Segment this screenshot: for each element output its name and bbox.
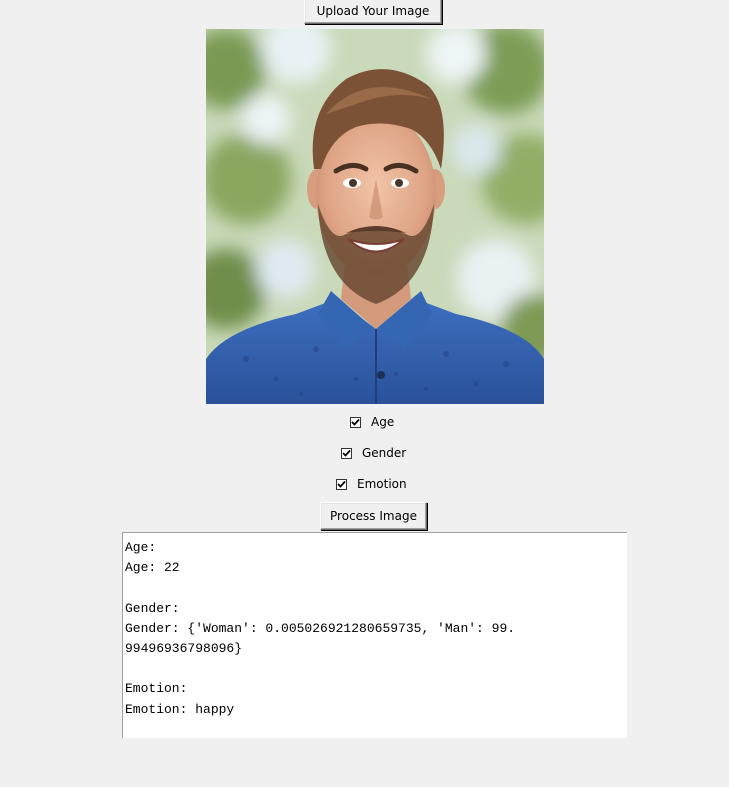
gender-checkbox-option[interactable]: Gender [341, 443, 406, 463]
results-text-area[interactable]: Age: Age: 22 Gender: Gender: {'Woman': 0… [122, 532, 627, 738]
result-line: Emotion: happy [125, 701, 235, 717]
upload-image-button-label: Upload Your Image [316, 4, 430, 18]
gender-checkbox[interactable] [341, 447, 352, 459]
checkmark-icon [342, 449, 351, 457]
process-image-button-label: Process Image [330, 509, 417, 523]
emotion-checkbox-option[interactable]: Emotion [336, 474, 407, 494]
age-checkbox-label: Age [371, 415, 395, 429]
emotion-checkbox[interactable] [336, 478, 347, 490]
uploaded-photo [206, 29, 544, 404]
result-line: 99496936798096} [125, 641, 243, 656]
emotion-checkbox-label: Emotion [357, 477, 407, 491]
checkmark-icon [351, 418, 360, 426]
upload-image-button[interactable]: Upload Your Image [304, 0, 442, 24]
result-line: Emotion: [125, 681, 188, 697]
gender-checkbox-label: Gender [362, 446, 407, 460]
result-line [125, 659, 625, 679]
result-line: Gender: [125, 600, 180, 616]
result-line [125, 578, 625, 598]
result-line: Age: 22 [125, 560, 180, 576]
age-checkbox[interactable] [350, 416, 361, 428]
result-line: Gender: {'Woman': 0.005026921280659735, … [125, 620, 516, 636]
process-image-button[interactable]: Process Image [320, 502, 427, 530]
age-checkbox-option[interactable]: Age [350, 412, 394, 432]
result-line: Age: [125, 540, 157, 555]
checkmark-icon [337, 480, 346, 488]
